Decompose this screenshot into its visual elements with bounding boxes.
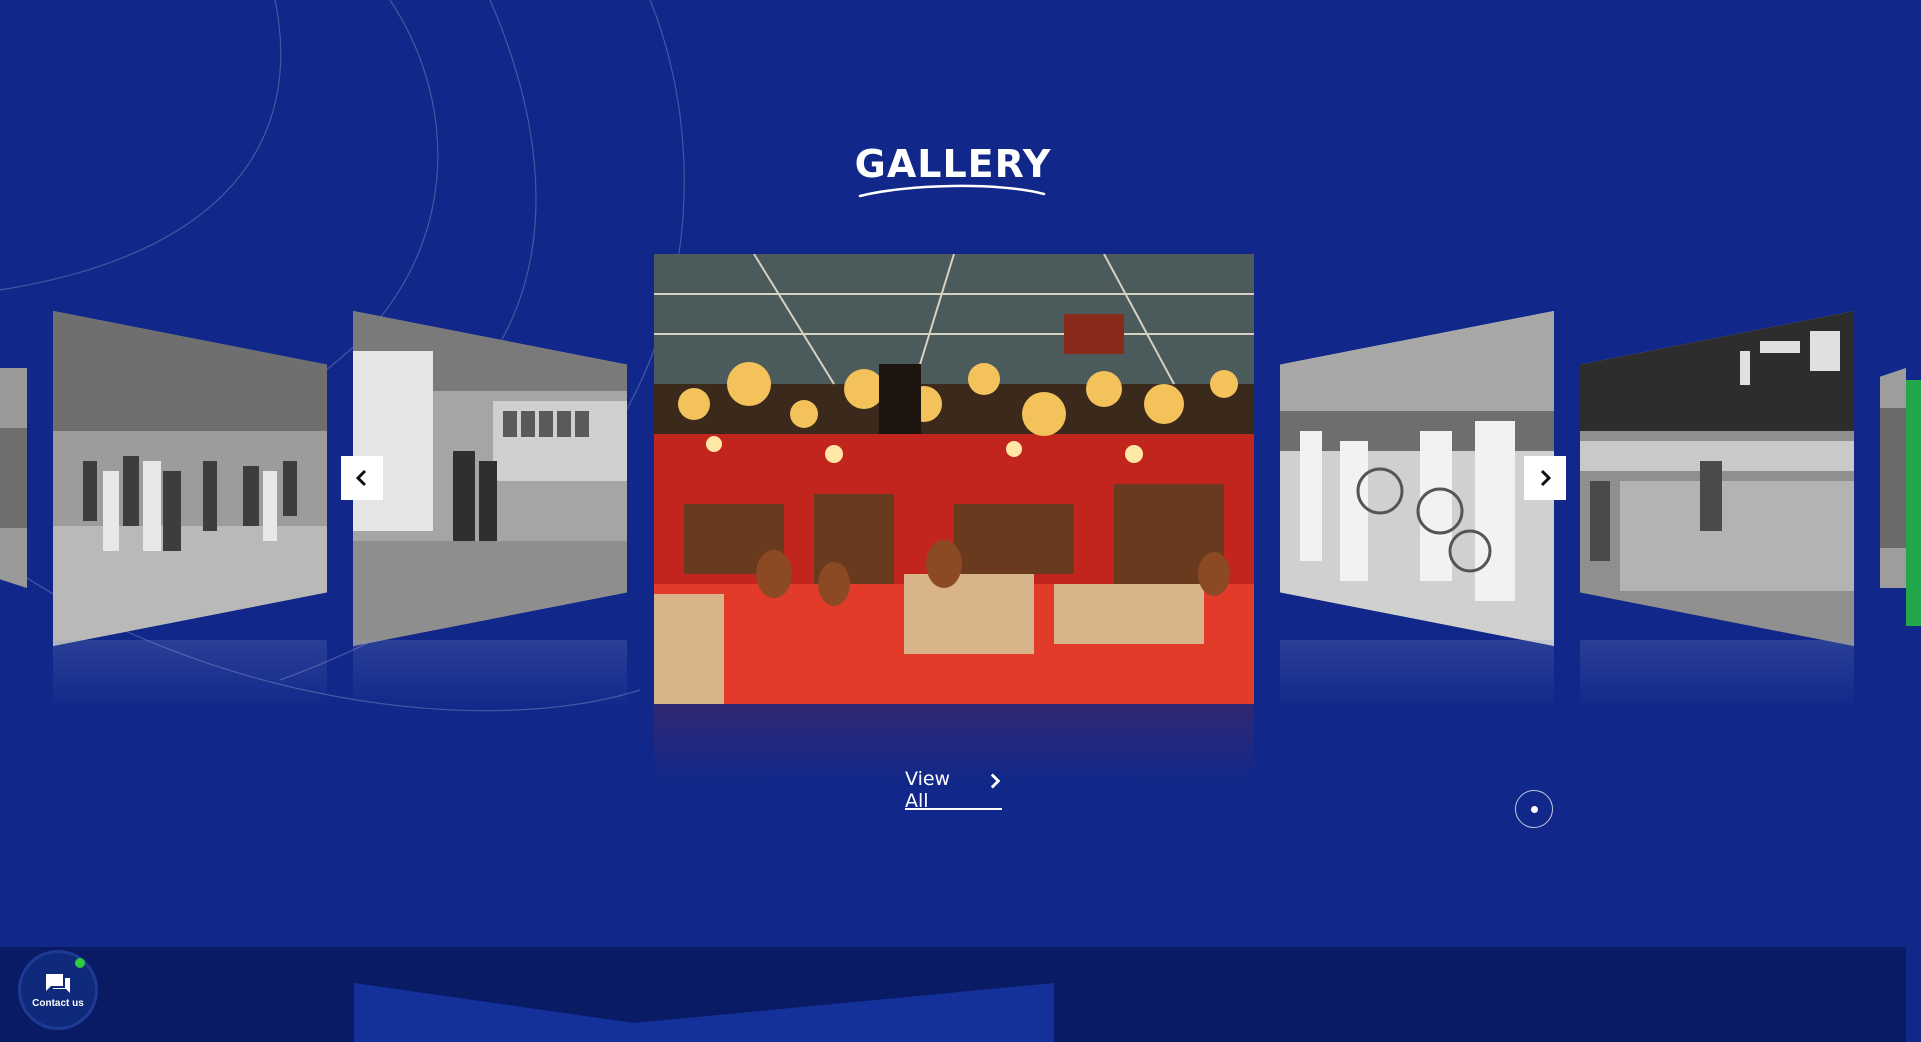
gallery-slide-5[interactable] <box>1580 311 1854 646</box>
carousel-next-button[interactable] <box>1524 456 1566 500</box>
view-all-link[interactable]: View All <box>905 768 1002 812</box>
chat-icon <box>46 973 70 993</box>
chevron-left-icon <box>355 469 367 487</box>
slide-reflection <box>353 640 627 710</box>
side-accent-strip <box>1906 380 1921 626</box>
slide-reflection <box>1280 640 1554 710</box>
gallery-slide-4[interactable] <box>1280 311 1554 646</box>
chevron-right-icon <box>1540 469 1552 487</box>
online-status-dot <box>75 958 85 968</box>
carousel-pagination-dot[interactable] <box>1515 790 1553 828</box>
view-all-label: View All <box>905 768 951 812</box>
slide-reflection <box>1580 640 1854 710</box>
footer-decor-shape <box>354 983 1054 1042</box>
gallery-slide-partial-right[interactable] <box>1880 368 1906 588</box>
carousel-prev-button[interactable] <box>341 456 383 500</box>
gallery-slide-partial-left[interactable] <box>0 368 27 588</box>
gallery-slide-2[interactable] <box>353 311 627 646</box>
gallery-slide-active[interactable] <box>654 254 1254 704</box>
contact-us-label: Contact us <box>32 997 84 1009</box>
slide-reflection <box>53 640 327 710</box>
gallery-slide-1[interactable] <box>53 311 327 646</box>
contact-us-button[interactable]: Contact us <box>18 950 98 1030</box>
chevron-right-icon <box>990 773 1001 789</box>
title-underline-swoosh <box>858 184 1046 198</box>
